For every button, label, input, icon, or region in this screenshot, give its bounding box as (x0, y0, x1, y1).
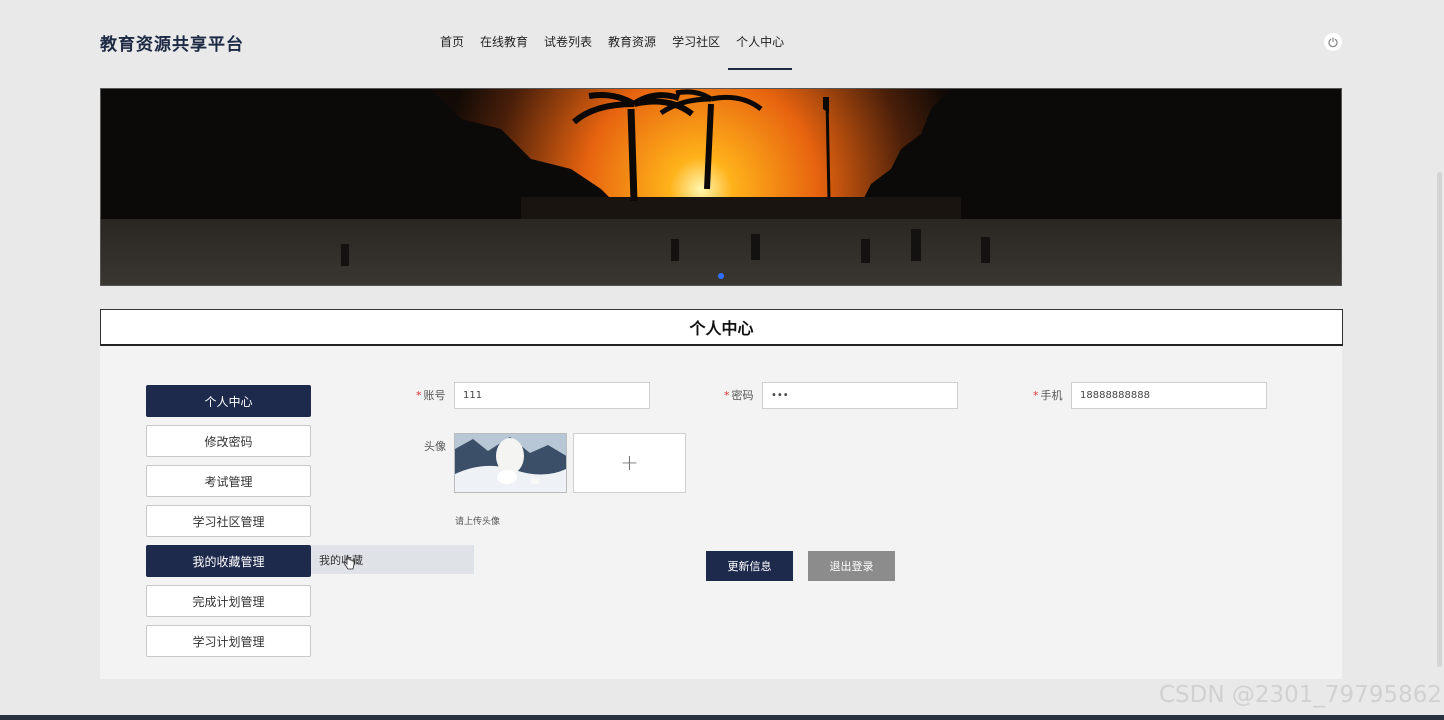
carousel-indicator[interactable] (718, 273, 724, 279)
required-mark: * (724, 389, 730, 402)
hand-cursor-icon (343, 555, 355, 570)
logout-button[interactable]: 退出登录 (808, 551, 895, 581)
bottom-bar (0, 715, 1444, 720)
nav-learning-community[interactable]: 学习社区 (664, 33, 728, 70)
plus-icon: + (620, 450, 639, 476)
watermark: CSDN @2301_79795862 (1159, 682, 1442, 708)
menu-favorites-management[interactable]: 我的收藏管理 (146, 545, 311, 577)
account-label: * 账号 (416, 389, 446, 402)
required-mark: * (416, 389, 422, 402)
phone-input[interactable] (1071, 382, 1267, 409)
scrollbar[interactable] (1437, 172, 1442, 667)
nav-education-resources[interactable]: 教育资源 (600, 33, 664, 70)
banner-carousel[interactable] (100, 88, 1342, 286)
menu-change-password[interactable]: 修改密码 (146, 425, 311, 457)
menu-completed-plan-management[interactable]: 完成计划管理 (146, 585, 311, 617)
upload-hint: 请上传头像 (455, 517, 501, 527)
menu-exam-management[interactable]: 考试管理 (146, 465, 311, 497)
submenu-my-favorites[interactable]: 我的收藏 (311, 545, 474, 574)
required-mark: * (1033, 389, 1039, 402)
sunset-image (101, 89, 1341, 285)
avatar-label: 头像 (424, 440, 446, 453)
menu-personal-center[interactable]: 个人中心 (146, 385, 311, 417)
power-icon[interactable] (1324, 33, 1342, 51)
phone-label: * 手机 (1033, 389, 1063, 402)
account-input[interactable] (454, 382, 650, 409)
avatar-upload[interactable]: + (573, 433, 686, 493)
nav-online-education[interactable]: 在线教育 (472, 33, 536, 70)
menu-community-management[interactable]: 学习社区管理 (146, 505, 311, 537)
avatar-image (454, 433, 567, 493)
main-nav: 首页 在线教育 试卷列表 教育资源 学习社区 个人中心 (432, 33, 793, 70)
update-info-button[interactable]: 更新信息 (706, 551, 793, 581)
site-brand: 教育资源共享平台 (100, 35, 244, 55)
nav-personal-center[interactable]: 个人中心 (728, 33, 793, 70)
password-input[interactable] (762, 382, 958, 409)
nav-exam-list[interactable]: 试卷列表 (536, 33, 600, 70)
menu-study-plan-management[interactable]: 学习计划管理 (146, 625, 311, 657)
nav-home[interactable]: 首页 (432, 33, 472, 70)
password-label: * 密码 (724, 389, 754, 402)
section-title: 个人中心 (100, 309, 1343, 346)
